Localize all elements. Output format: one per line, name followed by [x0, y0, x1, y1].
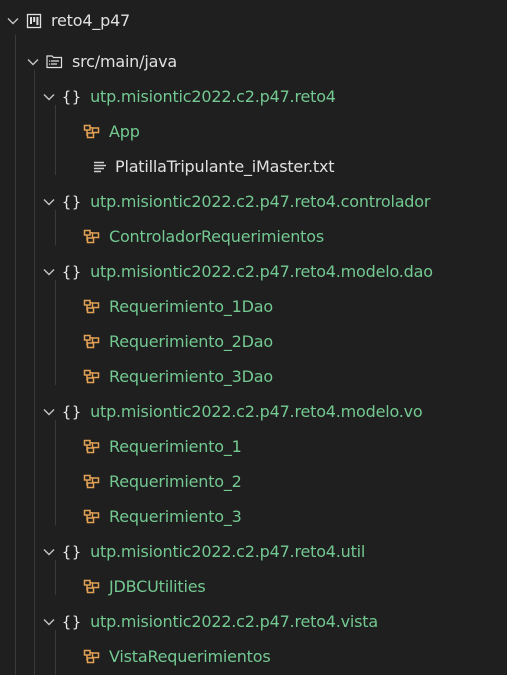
tree-item-class[interactable]: ControladorRequerimientos [0, 219, 507, 254]
class-icon [83, 299, 100, 314]
class-name: JDBCUtilities [109, 577, 206, 596]
package-name: utp.misiontic2022.c2.p47.reto4.modelo.da… [90, 262, 433, 281]
class-name: Requerimiento_3 [109, 507, 242, 526]
tree-item-class[interactable]: App [0, 114, 507, 149]
source-folder-name: src/main/java [72, 52, 178, 71]
tree-item-package[interactable]: {} utp.misiontic2022.c2.p47.reto4.contro… [0, 184, 507, 219]
tree-item-class[interactable]: Requerimiento_3Dao [0, 359, 507, 394]
text-file-icon [93, 161, 107, 173]
class-icon [83, 649, 100, 664]
package-braces-icon: {} [62, 612, 83, 631]
class-name: ControladorRequerimientos [109, 227, 324, 246]
tree-item-class[interactable]: Requerimiento_1 [0, 429, 507, 464]
chevron-down-icon[interactable] [42, 545, 56, 559]
tree-item-class[interactable]: Requerimiento_2 [0, 464, 507, 499]
class-name: Requerimiento_1Dao [109, 297, 273, 316]
tree-item-package[interactable]: {} utp.misiontic2022.c2.p47.reto4.util [0, 534, 507, 569]
class-name: App [109, 122, 140, 141]
tree-item-source-folder[interactable]: src/main/java [0, 44, 507, 79]
tree-item-package[interactable]: {} utp.misiontic2022.c2.p47.reto4 [0, 79, 507, 114]
package-braces-icon: {} [62, 87, 83, 106]
package-braces-icon: {} [62, 402, 83, 421]
class-icon [83, 334, 100, 349]
file-name: PlatillaTripulante_iMaster.txt [115, 157, 335, 176]
class-icon [83, 474, 100, 489]
chevron-down-icon[interactable] [26, 55, 40, 69]
class-icon [83, 124, 100, 139]
class-name: Requerimiento_2 [109, 472, 242, 491]
package-braces-icon: {} [62, 192, 83, 211]
tree-item-class[interactable]: JDBCUtilities [0, 569, 507, 604]
class-name: Requerimiento_3Dao [109, 367, 273, 386]
tree-item-class[interactable]: Requerimiento_2Dao [0, 324, 507, 359]
chevron-down-icon[interactable] [42, 405, 56, 419]
source-folder-icon [46, 54, 63, 69]
class-icon [83, 369, 100, 384]
java-projects-tree: reto4_p47 src/main/java {} utp.misiontic… [0, 0, 507, 675]
tree-item-class[interactable]: Requerimiento_3 [0, 499, 507, 534]
chevron-down-icon[interactable] [42, 90, 56, 104]
tree-item-class[interactable]: Requerimiento_1Dao [0, 289, 507, 324]
package-name: utp.misiontic2022.c2.p47.reto4.vista [90, 612, 378, 631]
class-icon [83, 229, 100, 244]
tree-item-class[interactable]: VistaRequerimientos [0, 639, 507, 674]
chevron-down-icon[interactable] [42, 195, 56, 209]
class-icon [83, 439, 100, 454]
package-braces-icon: {} [62, 542, 83, 561]
chevron-down-icon[interactable] [42, 615, 56, 629]
class-icon [83, 579, 100, 594]
tree-item-package[interactable]: {} utp.misiontic2022.c2.p47.reto4.modelo… [0, 394, 507, 429]
class-name: Requerimiento_1 [109, 437, 242, 456]
package-name: utp.misiontic2022.c2.p47.reto4 [90, 87, 336, 106]
package-braces-icon: {} [62, 262, 83, 281]
tree-item-file[interactable]: PlatillaTripulante_iMaster.txt [0, 149, 507, 184]
package-name: utp.misiontic2022.c2.p47.reto4.controlad… [90, 192, 431, 211]
tree-item-project[interactable]: reto4_p47 [0, 3, 507, 38]
class-name: VistaRequerimientos [109, 647, 271, 666]
chevron-down-icon[interactable] [42, 265, 56, 279]
package-name: utp.misiontic2022.c2.p47.reto4.modelo.vo [90, 402, 423, 421]
chevron-down-icon[interactable] [6, 14, 20, 28]
package-name: utp.misiontic2022.c2.p47.reto4.util [90, 542, 366, 561]
class-name: Requerimiento_2Dao [109, 332, 273, 351]
project-board-icon [26, 13, 42, 29]
tree-item-package[interactable]: {} utp.misiontic2022.c2.p47.reto4.vista [0, 604, 507, 639]
project-name: reto4_p47 [51, 11, 131, 30]
class-icon [83, 509, 100, 524]
tree-item-package[interactable]: {} utp.misiontic2022.c2.p47.reto4.modelo… [0, 254, 507, 289]
